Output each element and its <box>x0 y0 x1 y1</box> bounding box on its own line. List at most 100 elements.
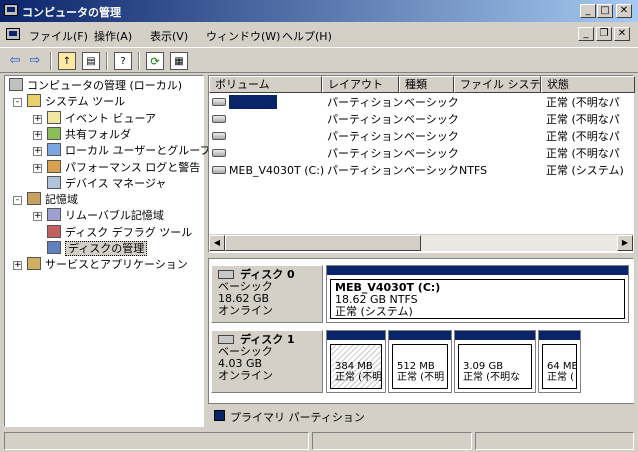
column-header-type[interactable]: 種類 <box>399 76 454 93</box>
tree-expander[interactable]: + <box>33 130 42 140</box>
partition-size: 64 ME <box>547 361 577 372</box>
menu-action[interactable]: 操作(A) <box>94 28 132 44</box>
tree-item[interactable]: システム ツール <box>27 94 125 110</box>
tree-item[interactable]: 共有フォルダ <box>47 126 131 143</box>
up-folder-icon[interactable]: ↑ <box>58 52 76 70</box>
table-row[interactable]: パーティション ベーシック 正常 (不明なパ <box>209 111 633 128</box>
column-header-filesystem[interactable]: ファイル システム <box>454 76 541 93</box>
disk-status: オンライン <box>218 369 273 382</box>
show-hide-tree-icon[interactable]: ▤ <box>82 52 100 70</box>
tree-expander[interactable]: + <box>33 212 42 222</box>
tree-item-label: イベント ビューア <box>65 111 157 125</box>
performance-icon <box>47 159 61 173</box>
tree-item-label: ディスク デフラグ ツール <box>65 225 193 239</box>
device-manager-icon <box>47 175 61 189</box>
forward-arrow-icon[interactable]: ⇨ <box>26 52 44 70</box>
close-button[interactable]: ✕ <box>616 4 632 18</box>
type-cell: ベーシック <box>404 164 459 177</box>
tree-item[interactable]: デバイス マネージャ <box>47 175 166 192</box>
horizontal-scrollbar[interactable]: ◀ ▶ <box>209 234 633 251</box>
column-header-layout[interactable]: レイアウト <box>322 76 399 93</box>
table-row[interactable]: パーティション ベーシック 正常 (不明なパ <box>209 145 633 162</box>
tree-item-label: サービスとアプリケーション <box>45 258 188 272</box>
menu-file[interactable]: ファイル(F) <box>29 28 88 44</box>
disk-status: オンライン <box>218 304 273 317</box>
tree-expander[interactable]: + <box>33 163 42 173</box>
disk-graphical-view[interactable]: ディスク 0 ベーシック 18.62 GB オンライン MEB_V4030T (… <box>208 258 634 427</box>
tree-item[interactable]: パフォーマンス ログと警告 <box>47 159 201 176</box>
menu-bar: ファイル(F) 操作(A) 表示(V) ウィンドウ(W) ヘルプ(H) _ ❐ … <box>0 24 638 46</box>
table-row[interactable]: パーティション ベーシック 正常 (不明なパ <box>209 128 633 145</box>
legend-swatch <box>214 410 225 421</box>
layout-cell: パーティション <box>327 96 404 109</box>
tree-item[interactable]: リムーバブル記憶域 <box>47 208 164 224</box>
tree-expander[interactable]: + <box>13 261 22 271</box>
tree-expander[interactable]: - <box>13 196 22 206</box>
menu-view[interactable]: 表示(V) <box>150 28 188 44</box>
menu-help[interactable]: ヘルプ(H) <box>282 28 332 44</box>
tree-item[interactable]: ディスク デフラグ ツール <box>47 224 193 241</box>
menu-window[interactable]: ウィンドウ(W) <box>206 28 280 44</box>
table-row[interactable]: パーティション ベーシック 正常 (不明なパ <box>209 94 633 111</box>
computer-icon <box>9 78 23 91</box>
disk-0-label[interactable]: ディスク 0 ベーシック 18.62 GB オンライン <box>211 265 323 323</box>
tree-item[interactable]: イベント ビューア <box>47 110 157 127</box>
column-header-status[interactable]: 状態 <box>541 76 635 93</box>
partition-status: 正常 (不明 <box>335 372 382 383</box>
defrag-icon <box>47 224 61 238</box>
console-tree[interactable]: コンピュータの管理 (ローカル) - システム ツール + イベント ビューア + 共有フォ… <box>4 75 211 427</box>
child-restore-button[interactable]: ❐ <box>596 27 612 41</box>
maximize-button[interactable]: □ <box>597 4 613 18</box>
partition-size: 384 MB <box>335 361 373 372</box>
toolbar: ⇦ ⇨ ↑ ▤ ? ⟳ ▦ <box>0 47 638 73</box>
tree-item-label: システム ツール <box>45 95 126 109</box>
tree-item[interactable]: ローカル ユーザーとグループ <box>47 143 211 159</box>
partition-block[interactable]: 384 MB 正常 (不明 <box>326 330 386 393</box>
tree-item-label: コンピュータの管理 (ローカル) <box>27 79 183 92</box>
status-bar <box>0 430 638 452</box>
partition-block[interactable]: 64 ME 正常 ( <box>538 330 581 393</box>
tree-expander[interactable]: + <box>33 114 42 124</box>
help-icon[interactable]: ? <box>114 52 132 70</box>
properties-icon[interactable]: ▦ <box>170 52 188 70</box>
tree-item-label: パフォーマンス ログと警告 <box>65 160 201 174</box>
tree-expander[interactable]: + <box>33 147 42 157</box>
type-cell: ベーシック <box>404 113 459 126</box>
scroll-right-button[interactable]: ▶ <box>617 235 633 251</box>
computer-management-icon[interactable] <box>4 4 18 16</box>
window-title: コンピュータの管理 <box>22 6 121 19</box>
title-bar[interactable]: コンピュータの管理 _ □ ✕ <box>0 0 638 22</box>
refresh-icon[interactable]: ⟳ <box>146 52 164 70</box>
partition-block[interactable]: 3.09 GB 正常 (不明な <box>454 330 536 393</box>
partition-block[interactable]: MEB_V4030T (C:) 18.62 GB NTFS 正常 (システム) <box>326 265 629 323</box>
tree-item[interactable]: ディスクの管理 <box>47 241 148 257</box>
tree-item[interactable]: サービスとアプリケーション <box>27 257 188 273</box>
tree-item[interactable]: コンピュータの管理 (ローカル) <box>9 78 182 94</box>
status-cell: 正常 (不明なパ <box>546 147 620 160</box>
volume-cell <box>212 128 229 145</box>
mmc-console-icon[interactable] <box>6 28 20 40</box>
disk-1-label[interactable]: ディスク 1 ベーシック 4.03 GB オンライン <box>211 330 323 393</box>
layout-cell: パーティション <box>327 113 404 126</box>
child-close-button[interactable]: ✕ <box>614 27 630 41</box>
tools-icon <box>27 94 41 108</box>
partition-block[interactable]: 512 MB 正常 (不明 <box>388 330 452 393</box>
minimize-button[interactable]: _ <box>580 4 596 18</box>
status-panel <box>312 432 472 450</box>
legend: プライマリ パーティション <box>208 403 634 427</box>
table-row[interactable]: MEB_V4030T (C:) パーティション ベーシック NTFS 正常 (システム) <box>209 162 633 179</box>
tree-item[interactable]: 記憶域 <box>27 192 78 208</box>
volume-name: MEB_V4030T (C:) <box>229 164 325 177</box>
tree-item-label: 記憶域 <box>45 193 78 207</box>
volume-name <box>229 95 277 109</box>
tree-expander[interactable]: - <box>13 98 22 108</box>
scroll-thumb[interactable] <box>225 235 421 251</box>
partition-status: 正常 ( <box>547 372 575 383</box>
scroll-left-button[interactable]: ◀ <box>209 235 225 251</box>
status-cell: 正常 (システム) <box>546 164 624 177</box>
child-minimize-button[interactable]: _ <box>578 27 594 41</box>
volume-list[interactable]: ボリューム レイアウト 種類 ファイル システム 状態 パーティションベーシック… <box>208 75 635 253</box>
column-header-volume[interactable]: ボリューム <box>209 76 322 93</box>
volume-icon <box>212 132 226 140</box>
back-arrow-icon[interactable]: ⇦ <box>6 52 24 70</box>
